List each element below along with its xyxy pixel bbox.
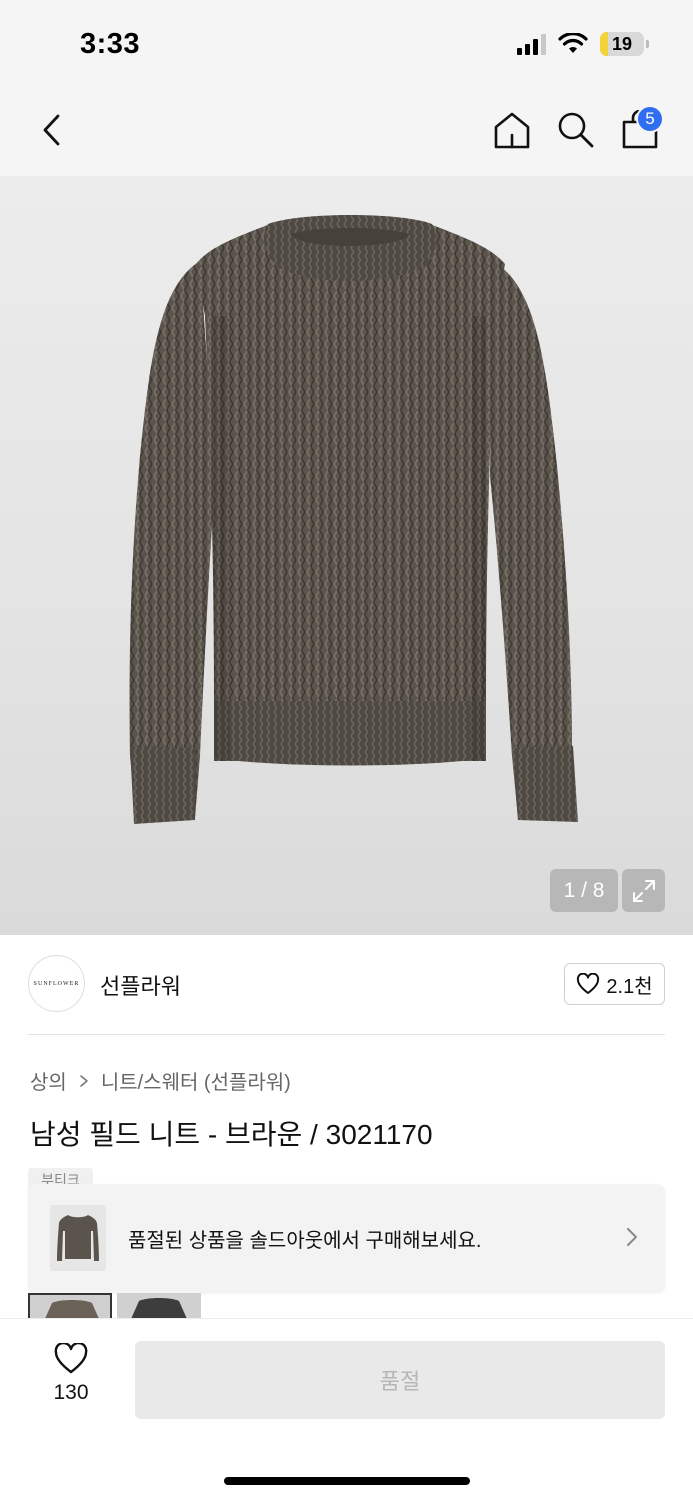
cart-count-badge: 5 [636, 105, 664, 133]
brand-logo[interactable]: SUNFLOWER [28, 955, 85, 1012]
soldout-banner-text: 품절된 상품을 솔드아웃에서 구매해보세요. [128, 1230, 482, 1252]
brand-name[interactable]: 선플라워 [100, 969, 181, 1001]
search-button[interactable] [556, 110, 596, 150]
product-image [129, 215, 578, 824]
status-time: 3:33 [80, 28, 141, 60]
home-button[interactable] [492, 110, 532, 150]
battery-icon: 19 [600, 32, 649, 56]
chevron-left-icon [43, 114, 60, 146]
wifi-icon [558, 33, 588, 53]
wishlist-button[interactable]: 130 [40, 1343, 102, 1413]
divider [28, 1034, 665, 1035]
expand-icon [632, 879, 655, 902]
color-variant-charcoal[interactable] [117, 1293, 201, 1319]
chevron-right-icon [80, 1074, 88, 1087]
product-title: 남성 필드 니트 - 브라운 / 3021170 [30, 1119, 433, 1150]
chevron-right-icon [627, 1228, 637, 1246]
soldout-banner[interactable]: 품절된 상품을 솔드아웃에서 구매해보세요. [28, 1184, 665, 1293]
home-indicator [224, 1477, 470, 1485]
banner-chevron [625, 1226, 639, 1253]
soldout-button[interactable]: 품절 [135, 1341, 665, 1419]
breadcrumb-item-subcategory[interactable]: 니트/스웨터 (선플라워) [101, 1066, 291, 1095]
battery-level: 19 [611, 33, 633, 54]
status-bar: 3:33 19 [0, 0, 693, 90]
search-icon [558, 112, 594, 148]
image-page-indicator: 1 / 8 [550, 869, 618, 912]
breadcrumb-item-category[interactable]: 상의 [30, 1066, 67, 1095]
home-icon [494, 112, 530, 149]
variant-image [131, 1298, 187, 1319]
wishlist-count: 130 [53, 1381, 89, 1404]
product-image-gallery[interactable]: 1 / 8 [0, 176, 693, 935]
bottom-action-bar: 130 품절 [0, 1318, 693, 1500]
heart-outline-icon [577, 973, 600, 994]
battery-fill [600, 32, 609, 56]
expand-image-button[interactable] [622, 869, 665, 912]
breadcrumb: 상의 니트/스웨터 (선플라워) [30, 1066, 291, 1095]
brand-logo-text: SUNFLOWER [33, 980, 80, 987]
brand-like-button[interactable]: 2.1천 [564, 963, 665, 1005]
sweater-thumbnail-image [57, 1215, 99, 1261]
brand-like-count: 2.1천 [606, 975, 653, 998]
cellular-signal-icon [517, 33, 546, 55]
brand-row[interactable]: SUNFLOWER 선플라워 2.1천 [28, 955, 665, 1015]
variant-image [44, 1300, 100, 1319]
back-button[interactable] [34, 110, 70, 150]
banner-thumbnail [50, 1205, 106, 1271]
heart-outline-icon [54, 1343, 88, 1374]
color-variant-brown[interactable] [28, 1293, 112, 1319]
top-nav-bar [0, 90, 693, 176]
status-icons: 19 [517, 32, 649, 56]
